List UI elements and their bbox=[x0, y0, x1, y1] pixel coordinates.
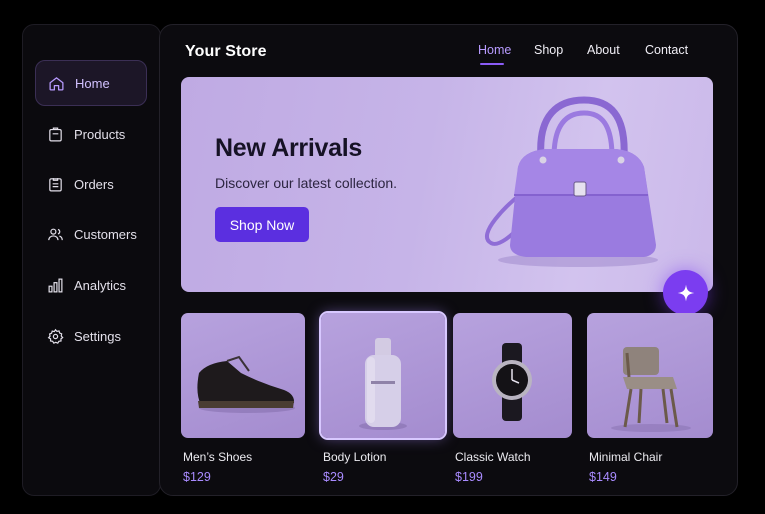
sidebar-item-label: Customers bbox=[74, 226, 137, 242]
sidebar-item-label: Settings bbox=[74, 328, 121, 344]
product-name[interactable]: Minimal Chair bbox=[589, 450, 713, 464]
handbag-image bbox=[484, 96, 658, 267]
active-nav-indicator bbox=[480, 63, 504, 65]
product-name[interactable]: Body Lotion bbox=[323, 450, 445, 464]
sparkle-icon bbox=[677, 284, 694, 301]
list-icon bbox=[49, 177, 62, 191]
sidebar-item-label: Orders bbox=[74, 176, 114, 192]
shop-now-button[interactable]: Shop Now bbox=[215, 207, 309, 242]
main-panel: Your Store Home Shop About Contact New A… bbox=[159, 24, 738, 496]
sidebar-item-customers[interactable]: Customers bbox=[35, 211, 147, 257]
hero-subtitle: Discover our latest collection. bbox=[215, 175, 398, 191]
nav-link-about[interactable]: About bbox=[587, 43, 620, 57]
nav-link-shop[interactable]: Shop bbox=[534, 43, 563, 57]
product-name[interactable]: Men’s Shoes bbox=[183, 450, 305, 464]
chair-image bbox=[611, 347, 691, 432]
clipboard-icon bbox=[49, 127, 62, 141]
watch-image bbox=[492, 343, 532, 421]
sidebar-item-analytics[interactable]: Analytics bbox=[35, 262, 147, 308]
sidebar-item-home[interactable]: Home bbox=[35, 60, 147, 106]
hero-title: New Arrivals bbox=[215, 134, 362, 162]
sidebar-item-settings[interactable]: Settings bbox=[35, 313, 147, 359]
hero-banner: New Arrivals Discover our latest collect… bbox=[181, 77, 713, 292]
sidebar-item-label: Home bbox=[75, 75, 110, 91]
product-image[interactable] bbox=[319, 311, 447, 440]
product-price: $149 bbox=[589, 470, 617, 484]
product-image[interactable] bbox=[453, 313, 572, 438]
gear-icon bbox=[47, 328, 64, 344]
product-card-body-lotion[interactable]: Body Lotion $29 bbox=[319, 311, 447, 484]
nav-link-contact[interactable]: Contact bbox=[645, 43, 688, 57]
store-brand[interactable]: Your Store bbox=[185, 43, 267, 61]
product-price: $199 bbox=[455, 470, 483, 484]
product-card-classic-watch[interactable]: Classic Watch $199 bbox=[453, 313, 572, 484]
product-price: $29 bbox=[323, 470, 344, 484]
product-card-mens-shoes[interactable]: Men’s Shoes $129 bbox=[181, 313, 305, 484]
sidebar-item-label: Products bbox=[74, 126, 126, 142]
product-price: $129 bbox=[183, 470, 211, 484]
nav-link-home[interactable]: Home bbox=[478, 43, 511, 57]
product-image[interactable] bbox=[587, 313, 713, 438]
sidebar-item-orders[interactable]: Orders bbox=[35, 161, 147, 207]
product-card-minimal-chair[interactable]: Minimal Chair $149 bbox=[587, 313, 713, 484]
home-icon bbox=[49, 76, 64, 91]
sparkle-fab-button[interactable] bbox=[663, 270, 708, 315]
product-image[interactable] bbox=[181, 313, 305, 438]
lotion-bottle-image bbox=[359, 338, 407, 430]
product-name[interactable]: Classic Watch bbox=[455, 450, 572, 464]
sidebar-item-label: Analytics bbox=[74, 277, 127, 293]
sidebar: Home Products Orders Customers Analytics… bbox=[22, 24, 161, 496]
bar-chart-icon bbox=[48, 278, 63, 292]
shoe-image bbox=[197, 355, 295, 413]
users-icon bbox=[48, 228, 63, 240]
sidebar-item-products[interactable]: Products bbox=[35, 111, 147, 157]
